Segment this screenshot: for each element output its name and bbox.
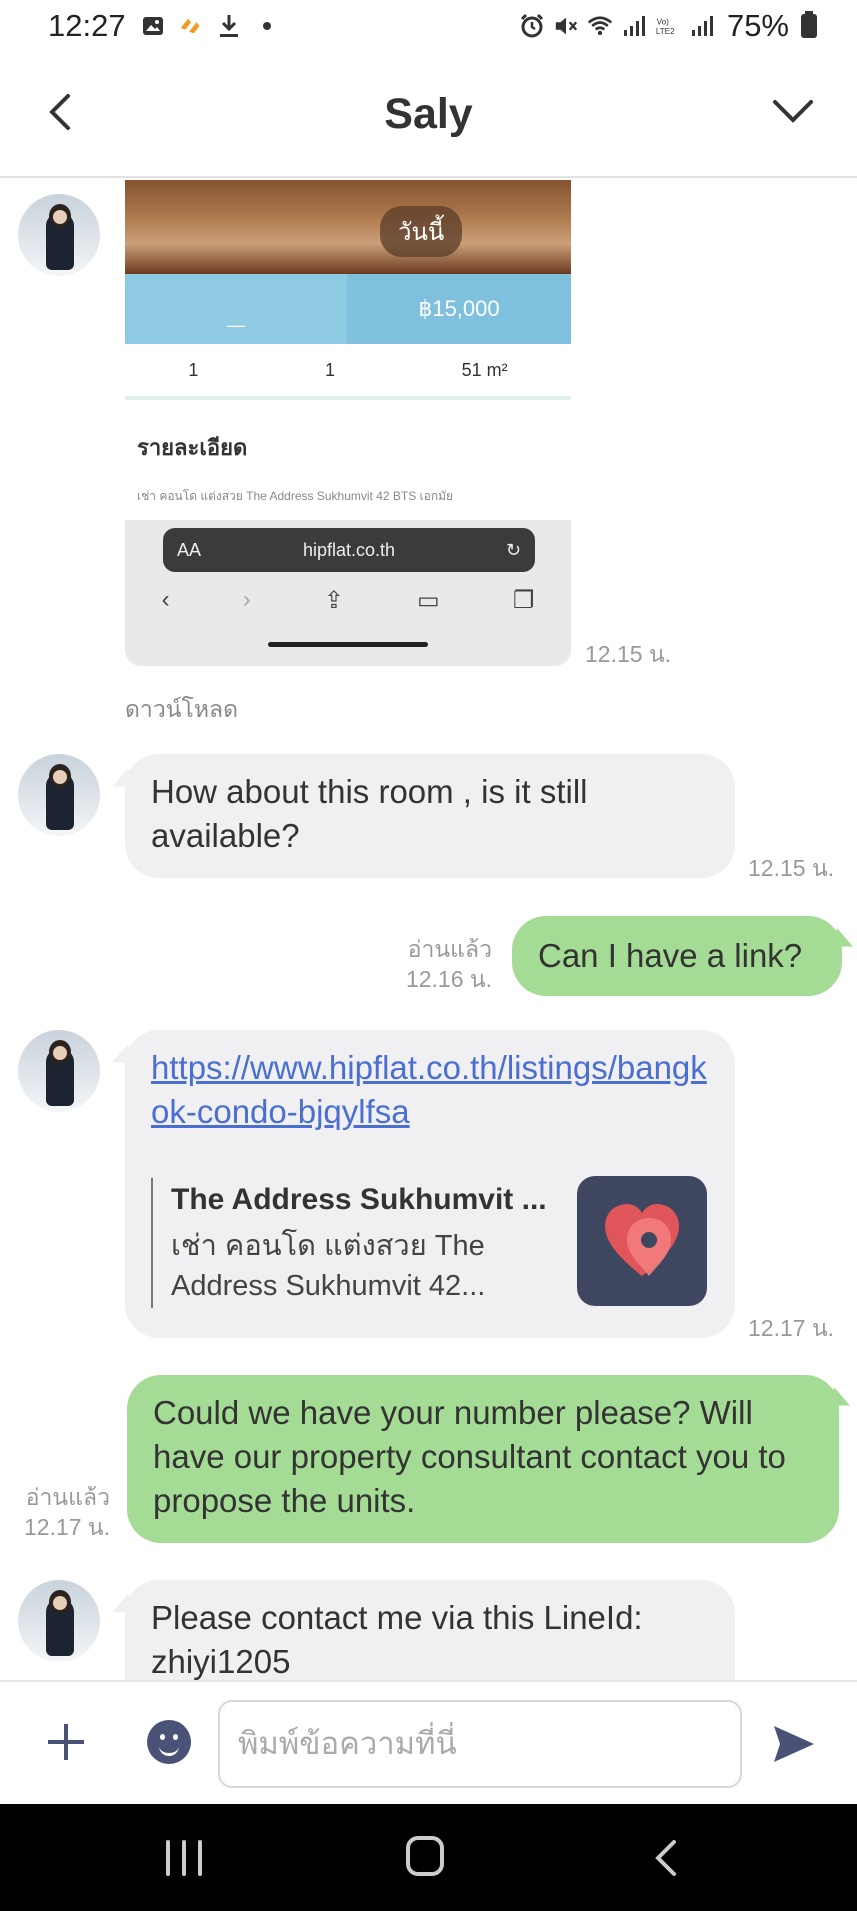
app-notification-icon [178,13,204,39]
status-time: 12:27 [48,8,126,43]
image-url: hipflat.co.th [302,539,396,560]
svg-text:Vo): Vo) [657,17,669,26]
mute-icon [553,13,579,39]
plus-icon[interactable] [44,1720,88,1764]
message-time: 12.15 น. [748,855,835,881]
download-icon [216,13,242,39]
avatar[interactable] [18,1030,100,1112]
home-icon[interactable] [406,1836,444,1876]
chevron-down-icon[interactable] [769,92,817,132]
hipflat-logo-icon [577,1176,707,1306]
back-chevron-icon: ‹ [161,586,170,613]
incoming-link-message[interactable]: https://www.hipflat.co.th/listings/bangk… [125,1030,735,1338]
status-bar: 12:27 Vo) LTE2 75% [0,0,857,52]
incoming-message[interactable]: How about this room , is it still availa… [125,754,735,878]
image-stat-1: 1 [188,359,199,380]
signal-2-icon [689,13,715,39]
preview-divider [151,1178,153,1308]
image-stats: 1 1 51 m² [125,344,571,400]
read-label: อ่านแล้ว [407,936,492,962]
read-receipt: อ่านแล้ว 12.17 น. [12,1482,110,1542]
bookmarks-icon: ▭ [417,587,440,614]
image-stat-2: 1 [324,359,335,380]
back-icon[interactable] [652,1838,680,1878]
chat-header: Saly [0,52,857,178]
battery-icon [801,11,817,38]
chat-title: Saly [384,89,473,138]
reload-icon: ↻ [505,539,521,560]
read-receipt: อ่านแล้ว 12.16 น. [392,934,492,994]
image-detail-heading: รายละเอียด [137,435,248,460]
image-blue-left: — [125,274,347,344]
download-link[interactable]: ดาวน์โหลด [125,692,238,728]
message-input-bar [0,1680,857,1804]
listing-link[interactable]: https://www.hipflat.co.th/listings/bangk… [151,1046,709,1134]
image-price: ฿15,000 [347,274,571,344]
incoming-message[interactable]: Please contact me via this LineId: zhiyi… [125,1580,735,1680]
link-preview[interactable]: The Address Sukhumvit ... เช่า คอนโด แต่… [151,1176,707,1308]
image-message[interactable]: วันนี้ — ฿15,000 1 1 51 m² รายละเอียด เช… [125,180,571,666]
message-input[interactable] [218,1700,742,1788]
avatar[interactable] [18,754,100,836]
image-browser-toolbar: ‹ › ⇪ ▭ ❐ [125,586,571,615]
back-arrow-icon[interactable] [38,88,86,136]
avatar[interactable] [18,194,100,276]
svg-text:LTE2: LTE2 [656,27,675,36]
chat-messages[interactable]: วันนี้ — ฿15,000 1 1 51 m² รายละเอียด เช… [0,180,857,1680]
status-notification-icons [140,13,280,39]
message-time: 12.15 น. [585,641,672,667]
message-time: 12.17 น. [748,1315,835,1341]
preview-description: เช่า คอนโด แต่งสวย The Address Sukhumvit… [171,1230,486,1302]
forward-chevron-icon: › [242,586,251,613]
more-notifications-dot-icon [254,13,280,39]
message-text: Could we have your number please? Will h… [153,1394,786,1519]
battery-percent: 75% [726,8,789,43]
emoji-icon[interactable] [147,1720,191,1764]
image-detail-line: เช่า คอนโด แต่งสวย The Address Sukhumvit… [137,489,454,503]
volte-icon: Vo) LTE2 [655,13,681,39]
send-icon[interactable] [770,1720,818,1768]
message-time: 12.17 น. [23,1514,110,1540]
alarm-icon [519,13,545,39]
image-stat-3: 51 m² [461,359,508,380]
image-url-bar: AA hipflat.co.th ↻ [163,528,535,572]
status-system-icons: Vo) LTE2 75% [519,8,817,44]
gallery-icon [140,13,166,39]
outgoing-message[interactable]: Can I have a link? [512,916,842,996]
message-time: 12.16 น. [405,966,492,992]
image-home-indicator [268,642,428,647]
tabs-icon: ❐ [512,587,535,614]
today-label: วันนี้ [380,206,463,257]
message-text: Can I have a link? [538,937,803,974]
system-navigation-bar [0,1804,857,1911]
outgoing-message[interactable]: Could we have your number please? Will h… [127,1375,839,1543]
avatar[interactable] [18,1580,100,1662]
preview-title: The Address Sukhumvit ... [171,1183,547,1216]
recent-apps-icon[interactable] [166,1840,204,1876]
wifi-icon [587,13,613,39]
read-label: อ่านแล้ว [25,1484,110,1510]
signal-icon [621,13,647,39]
share-icon: ⇪ [323,587,344,614]
image-aa: AA [177,539,202,560]
message-text: Please contact me via this LineId: zhiyi… [151,1599,643,1680]
message-text: How about this room , is it still availa… [151,773,588,854]
